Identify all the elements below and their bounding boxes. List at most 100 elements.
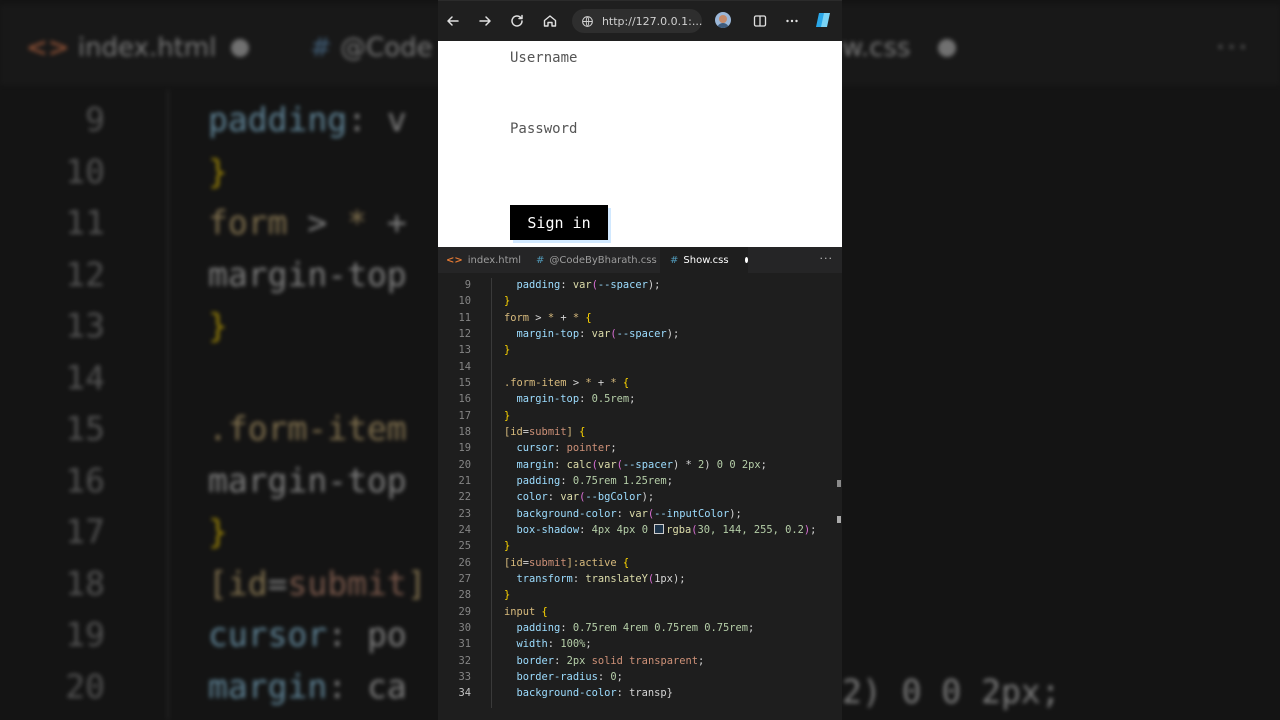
background-line-number: 14 xyxy=(65,357,105,397)
background-code-text: } xyxy=(208,151,228,191)
code-line[interactable]: 17} xyxy=(438,408,842,424)
line-number: 31 xyxy=(458,638,471,651)
code-text: background-color: var(--inputColor); xyxy=(516,507,742,520)
url-text: http://127.0.0.1:... xyxy=(601,14,702,28)
code-line[interactable]: 26 [id=submit]:active { xyxy=(438,555,842,571)
unsaved-dot-icon xyxy=(231,39,249,57)
code-line[interactable]: 22 color: var(--bgColor); xyxy=(438,489,842,505)
code-text: } xyxy=(504,344,511,357)
tab-index-html[interactable]: <> index.html xyxy=(438,247,526,273)
web-page-viewport: Username Password Sign in xyxy=(438,41,842,247)
code-text: color: var(--bgColor); xyxy=(516,491,655,504)
copilot-icon[interactable] xyxy=(814,11,832,29)
sign-in-button[interactable]: Sign in xyxy=(510,205,608,240)
code-line[interactable]: 13} xyxy=(438,342,842,358)
background-tab-codebybharath: # @Code xyxy=(310,33,433,63)
code-text: padding: 0.75rem 4rem 0.75rem 0.75rem; xyxy=(516,621,755,634)
code-line[interactable]: 16 margin-top: 0.5rem; xyxy=(438,391,842,407)
background-line-number: 10 xyxy=(65,151,105,191)
tab-show-css[interactable]: # Show.css xyxy=(660,247,748,273)
code-line[interactable]: 9 padding: var(--spacer); xyxy=(438,277,842,293)
split-screen-button[interactable] xyxy=(748,9,772,33)
browser-menu-button[interactable] xyxy=(780,9,804,33)
background-code-text: padding: v xyxy=(208,100,407,139)
code-line[interactable]: 33 border-radius: 0; xyxy=(438,669,842,685)
line-number: 12 xyxy=(458,327,471,340)
code-line[interactable]: 10} xyxy=(438,293,842,309)
username-label: Username xyxy=(510,50,578,66)
background-code-text: } xyxy=(208,306,228,345)
editor-tabbar: <> index.html # @CodeByBharath.css # Sho… xyxy=(438,247,842,273)
background-line-number: 15 xyxy=(65,409,105,448)
code-text: margin-top: var(--spacer); xyxy=(516,327,680,340)
scrollbar-thumb[interactable] xyxy=(837,516,841,523)
code-text: .form-item > * + * { xyxy=(504,376,630,389)
code-text: } xyxy=(504,409,511,422)
code-line[interactable]: 20 margin: calc(var(--spacer) * 2) 0 0 2… xyxy=(438,457,842,473)
forward-button[interactable] xyxy=(473,9,497,33)
html-file-icon: <> xyxy=(446,254,463,266)
background-code-snippet: 2) 0 0 2px; xyxy=(842,672,1061,711)
profile-avatar[interactable] xyxy=(715,12,731,28)
code-line[interactable]: 14 xyxy=(438,359,842,375)
more-actions-icon: ··· xyxy=(1216,33,1250,63)
background-line-number: 16 xyxy=(65,460,105,500)
line-number: 13 xyxy=(458,344,471,357)
background-line-number: 18 xyxy=(65,563,105,603)
line-number: 10 xyxy=(458,295,471,308)
tab-codebybharath-css[interactable]: # @CodeByBharath.css xyxy=(526,247,658,273)
line-number: 17 xyxy=(458,409,471,422)
more-horizontal-icon xyxy=(786,19,798,23)
code-text: [id=submit]:active { xyxy=(504,556,630,569)
code-editor[interactable]: 9 padding: var(--spacer); 10} 11 form > * +… xyxy=(438,273,842,720)
code-line[interactable]: 34 background-color: transp} xyxy=(438,685,842,701)
code-line[interactable]: 30 padding: 0.75rem 4rem 0.75rem 0.75rem… xyxy=(438,620,842,636)
split-screen-icon xyxy=(753,15,767,27)
arrow-left-icon xyxy=(447,16,459,26)
code-line[interactable]: 21 padding: 0.75rem 1.25rem; xyxy=(438,473,842,489)
code-line[interactable]: 31 width: 100%; xyxy=(438,636,842,652)
code-line[interactable]: 32 border: 2px solid transparent; xyxy=(438,653,842,669)
more-actions-icon[interactable]: ··· xyxy=(820,252,834,265)
back-button[interactable] xyxy=(441,9,465,33)
unsaved-dot-icon xyxy=(938,39,956,57)
refresh-button[interactable] xyxy=(505,9,529,33)
code-text: background-color: transp} xyxy=(516,687,673,700)
line-number: 25 xyxy=(458,540,471,553)
background-code-text: margin-top xyxy=(208,254,407,294)
code-line[interactable]: 27 transform: translateY(1px); xyxy=(438,571,842,587)
line-number: 29 xyxy=(458,605,471,618)
code-line[interactable]: 18 [id=submit] { xyxy=(438,424,842,440)
line-number: 18 xyxy=(458,425,471,438)
code-text: box-shadow: 4px 4px 0 rgba(30, 144, 255,… xyxy=(516,523,817,536)
line-number: 16 xyxy=(458,393,471,406)
unsaved-dot-icon xyxy=(744,257,748,263)
line-number: 11 xyxy=(458,311,471,324)
code-line[interactable]: 28} xyxy=(438,587,842,603)
line-number: 34 xyxy=(458,687,471,700)
code-line[interactable]: 19 cursor: pointer; xyxy=(438,440,842,456)
code-line[interactable]: 23 background-color: var(--inputColor); xyxy=(438,506,842,522)
code-line[interactable]: 24 box-shadow: 4px 4px 0 rgba(30, 144, 2… xyxy=(438,522,842,538)
line-number: 22 xyxy=(458,491,471,504)
video-center-column: http://127.0.0.1:... Username Password S… xyxy=(438,0,842,720)
code-line[interactable]: 29 input { xyxy=(438,604,842,620)
code-line[interactable]: 11 form > * + * { xyxy=(438,310,842,326)
code-line[interactable]: 25} xyxy=(438,538,842,554)
code-text: } xyxy=(504,540,511,553)
line-number: 19 xyxy=(458,442,471,455)
background-code-text: form > * + xyxy=(208,203,407,242)
color-swatch-icon[interactable] xyxy=(654,523,665,534)
line-number: 21 xyxy=(458,474,471,487)
code-line[interactable]: 15 .form-item > * + * { xyxy=(438,375,842,391)
home-button[interactable] xyxy=(538,9,562,33)
line-number: 24 xyxy=(458,523,471,536)
background-tab-show: w.css xyxy=(842,33,911,63)
background-code-text: .form-item xyxy=(208,409,407,448)
background-code-text: [id=submit] xyxy=(208,563,427,603)
code-text: cursor: pointer; xyxy=(516,442,617,455)
line-number: 26 xyxy=(458,556,471,569)
address-bar[interactable]: http://127.0.0.1:... xyxy=(572,9,702,33)
code-text: border-radius: 0; xyxy=(516,670,623,683)
code-line[interactable]: 12 margin-top: var(--spacer); xyxy=(438,326,842,342)
